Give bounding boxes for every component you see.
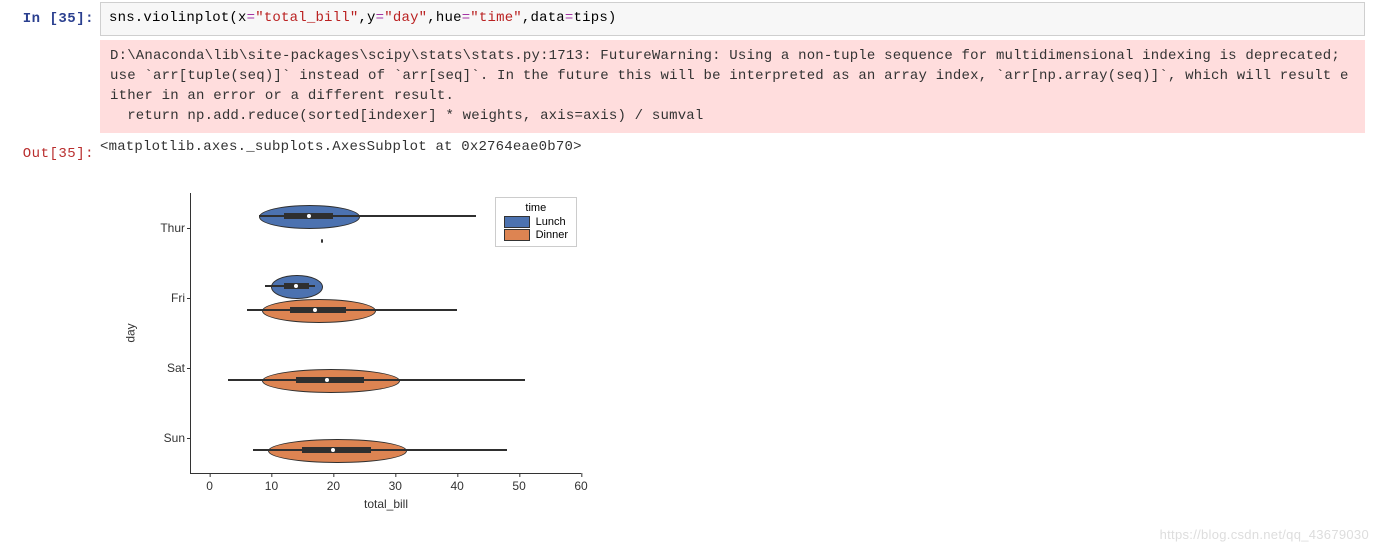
code-token: = [462, 10, 471, 26]
code-token: "time" [470, 10, 522, 26]
box [290, 307, 346, 313]
plot-cell: day total_bill time Lunch Dinner Thur Fri… [0, 169, 1379, 515]
x-tick-label: 30 [389, 479, 402, 493]
legend: time Lunch Dinner [495, 197, 577, 247]
legend-title: time [504, 202, 568, 214]
x-tick-label: 60 [574, 479, 587, 493]
input-cell: In [35]: sns.violinplot(x="total_bill",y… [0, 0, 1379, 38]
out-prompt-suffix: ]: [76, 146, 94, 162]
y-axis-label: day [124, 323, 138, 342]
x-tick-label: 0 [206, 479, 213, 493]
box [296, 377, 364, 383]
code-input[interactable]: sns.violinplot(x="total_bill",y="day",hu… [100, 2, 1365, 36]
in-prompt: In [35]: [0, 2, 100, 32]
code-token: sns.violinplot(x [109, 10, 247, 26]
code-token: "total_bill" [255, 10, 358, 26]
violin-plot: day total_bill time Lunch Dinner Thur Fri… [100, 183, 600, 513]
stderr-cell: D:\Anaconda\lib\site-packages\scipy\stat… [0, 38, 1379, 135]
y-tick-label: Sat [141, 361, 185, 375]
plot-output: day total_bill time Lunch Dinner Thur Fri… [100, 171, 1379, 513]
code-token: = [247, 10, 256, 26]
x-tick-label: 20 [327, 479, 340, 493]
out-prompt-prefix: Out[ [23, 146, 59, 162]
code-token: ,hue [427, 10, 461, 26]
code-token: = [376, 10, 385, 26]
x-tick-label: 10 [265, 479, 278, 493]
whisker-line [253, 449, 507, 451]
x-axis-label: total_bill [364, 497, 408, 511]
code-token: ,y [358, 10, 375, 26]
median-dot [294, 284, 298, 288]
output-cell: Out[35]: <matplotlib.axes._subplots.Axes… [0, 135, 1379, 169]
legend-entry-dinner: Dinner [504, 229, 568, 241]
swatch-icon [504, 216, 530, 228]
output-text: <matplotlib.axes._subplots.AxesSubplot a… [100, 137, 1379, 155]
x-tick-label: 50 [512, 479, 525, 493]
y-tick-label: Sun [141, 431, 185, 445]
y-tick-label: Thur [141, 221, 185, 235]
x-tick-label: 40 [451, 479, 464, 493]
box [302, 447, 370, 453]
whisker-line [228, 379, 525, 381]
in-prompt-suffix: ]: [76, 11, 94, 27]
axes: day total_bill time Lunch Dinner ThurFri… [190, 193, 581, 474]
median-dot [331, 448, 335, 452]
median-dot [325, 378, 329, 382]
violin-body [321, 239, 323, 243]
median-dot [313, 308, 317, 312]
in-prompt-prefix: In [ [23, 11, 59, 27]
warning-output: D:\Anaconda\lib\site-packages\scipy\stat… [100, 40, 1365, 133]
legend-label: Lunch [536, 216, 566, 228]
legend-entry-lunch: Lunch [504, 216, 568, 228]
in-prompt-num: 35 [58, 11, 76, 27]
empty-prompt [0, 40, 100, 52]
empty-prompt [0, 171, 100, 183]
legend-label: Dinner [536, 229, 568, 241]
y-tick-label: Fri [141, 291, 185, 305]
code-token: "day" [384, 10, 427, 26]
median-dot [307, 214, 311, 218]
code-token: = [565, 10, 574, 26]
swatch-icon [504, 229, 530, 241]
out-prompt: Out[35]: [0, 137, 100, 167]
code-token: ,data [522, 10, 565, 26]
watermark: https://blog.csdn.net/qq_43679030 [1160, 527, 1369, 542]
whisker-line [247, 309, 457, 311]
out-prompt-num: 35 [58, 146, 76, 162]
code-token: tips) [574, 10, 617, 26]
